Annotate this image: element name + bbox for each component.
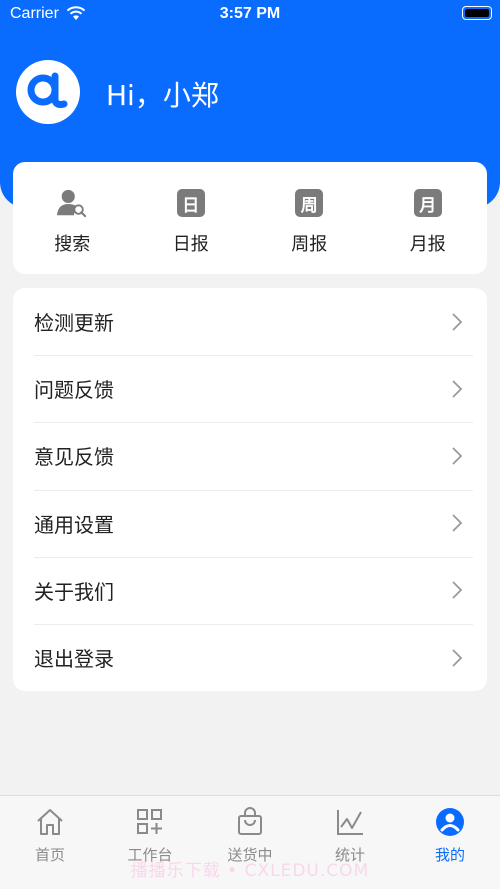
menu-item-problem-feedback[interactable]: 问题反馈: [13, 355, 487, 422]
menu-item-logout[interactable]: 退出登录: [13, 623, 487, 691]
battery-icon: [462, 6, 492, 20]
user-greeting: Hi，小郑: [106, 79, 219, 112]
settings-menu: 检测更新 问题反馈 意见反馈 通用设置 关于我们 退出登录: [13, 288, 487, 691]
menu-item-general-settings[interactable]: 通用设置: [13, 489, 487, 557]
menu-item-label: 检测更新: [34, 311, 114, 336]
grid-plus-icon: [134, 806, 166, 838]
line-chart-icon: [334, 806, 366, 838]
user-search-icon: [57, 188, 87, 218]
menu-item-opinion-feedback[interactable]: 意见反馈: [13, 422, 487, 489]
quick-action-month-report[interactable]: 月 月报: [369, 162, 488, 274]
quick-action-search[interactable]: 搜索: [13, 162, 132, 274]
month-report-icon: 月: [413, 189, 442, 217]
menu-item-check-update[interactable]: 检测更新: [13, 288, 487, 355]
chevron-right-icon: [452, 514, 463, 532]
avatar[interactable]: [16, 60, 80, 124]
menu-item-label: 通用设置: [34, 512, 114, 537]
profile-icon: [434, 806, 466, 838]
chevron-right-icon: [452, 447, 463, 465]
quick-action-week-report[interactable]: 周 周报: [250, 162, 369, 274]
quick-action-day-report[interactable]: 日 日报: [132, 162, 251, 274]
watermark: 播播乐下载 • CXLEDU.COM: [130, 861, 370, 881]
chevron-right-icon: [452, 380, 463, 398]
week-report-icon: 周: [295, 189, 324, 217]
quick-action-label: 周报: [291, 234, 328, 255]
chevron-right-icon: [452, 312, 463, 331]
status-time: 3:57 PM: [219, 5, 281, 22]
shopping-bag-icon: [234, 806, 266, 838]
chevron-right-icon: [452, 581, 463, 599]
menu-item-label: 关于我们: [34, 579, 114, 604]
alpha-logo-icon: [26, 70, 70, 114]
quick-action-label: 月报: [409, 234, 446, 255]
menu-item-label: 问题反馈: [34, 378, 114, 403]
quick-actions-card: 搜索 日 日报 周 周报 月 月报: [13, 162, 487, 274]
home-icon: [34, 806, 66, 838]
quick-action-label: 搜索: [54, 234, 91, 255]
chevron-right-icon: [452, 648, 463, 667]
quick-action-label: 日报: [172, 234, 209, 255]
day-report-icon: 日: [176, 189, 205, 217]
menu-item-about-us[interactable]: 关于我们: [13, 556, 487, 624]
status-bar: Carrier 3:57 PM: [0, 0, 500, 30]
menu-item-label: 意见反馈: [34, 445, 114, 470]
menu-item-label: 退出登录: [34, 647, 114, 672]
